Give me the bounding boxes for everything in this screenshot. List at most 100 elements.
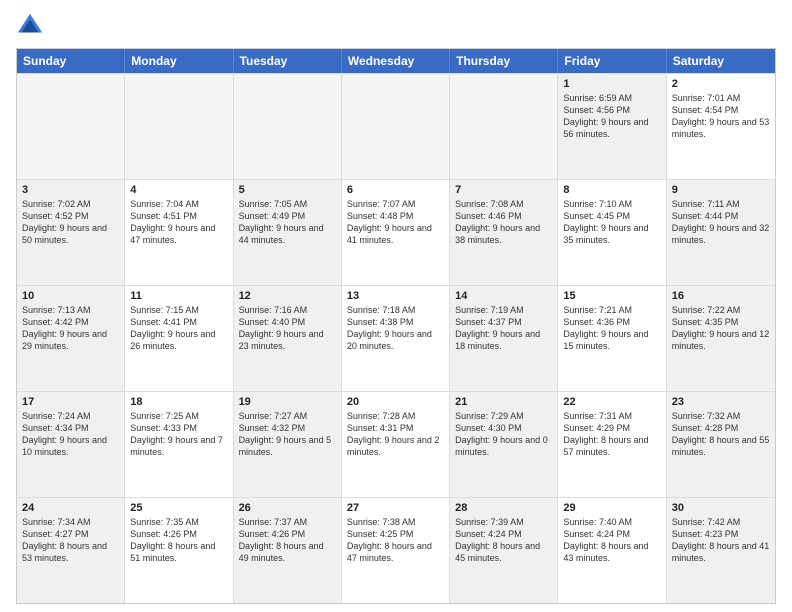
calendar-cell: 2 Sunrise: 7:01 AM Sunset: 4:54 PM Daylig… xyxy=(667,74,775,179)
day-number: 2 xyxy=(672,78,770,90)
day-number: 5 xyxy=(239,184,336,196)
calendar-cell: 24Sunrise: 7:34 AM Sunset: 4:27 PM Dayli… xyxy=(17,498,125,603)
day-number: 29 xyxy=(563,502,660,514)
calendar-cell: 27 Sunrise: 7:38 AM Sunset: 4:25 PM Dayli… xyxy=(342,498,450,603)
day-number: 24 xyxy=(22,502,119,514)
day-number: 22 xyxy=(563,396,660,408)
calendar-cell xyxy=(450,74,558,179)
cell-info: Sunrise: 7:16 AM Sunset: 4:40 PM Dayligh… xyxy=(239,304,336,353)
day-number: 8 xyxy=(563,184,660,196)
day-number: 16 xyxy=(672,290,770,302)
calendar-cell: 11 Sunrise: 7:15 AM Sunset: 4:41 PM Dayli… xyxy=(125,286,233,391)
cell-info: Sunrise: 7:21 AM Sunset: 4:36 PM Dayligh… xyxy=(563,304,660,353)
calendar-cell: 19 Sunrise: 7:27 AM Sunset: 4:32 PM Dayli… xyxy=(234,392,342,497)
day-number: 27 xyxy=(347,502,444,514)
calendar-cell: 23 Sunrise: 7:32 AM Sunset: 4:28 PM Dayli… xyxy=(667,392,775,497)
calendar-header-cell: Monday xyxy=(125,49,233,73)
calendar-cell: 1 Sunrise: 6:59 AM Sunset: 4:56 PM Daylig… xyxy=(558,74,666,179)
cell-info: Sunrise: 7:28 AM Sunset: 4:31 PM Dayligh… xyxy=(347,410,444,459)
logo-icon xyxy=(16,12,44,40)
day-number: 26 xyxy=(239,502,336,514)
calendar-cell: 9 Sunrise: 7:11 AM Sunset: 4:44 PM Daylig… xyxy=(667,180,775,285)
day-number: 3 xyxy=(22,184,119,196)
logo xyxy=(16,12,48,40)
calendar-cell xyxy=(234,74,342,179)
cell-info: Sunrise: 7:08 AM Sunset: 4:46 PM Dayligh… xyxy=(455,198,552,247)
cell-info: Sunrise: 7:42 AM Sunset: 4:23 PM Dayligh… xyxy=(672,516,770,565)
calendar-cell: 22 Sunrise: 7:31 AM Sunset: 4:29 PM Dayli… xyxy=(558,392,666,497)
calendar-cell: 21Sunrise: 7:29 AM Sunset: 4:30 PM Dayli… xyxy=(450,392,558,497)
cell-info: Sunrise: 7:39 AM Sunset: 4:24 PM Dayligh… xyxy=(455,516,552,565)
cell-info: Sunrise: 7:11 AM Sunset: 4:44 PM Dayligh… xyxy=(672,198,770,247)
cell-info: Sunrise: 7:24 AM Sunset: 4:34 PM Dayligh… xyxy=(22,410,119,459)
calendar: SundayMondayTuesdayWednesdayThursdayFrid… xyxy=(16,48,776,604)
calendar-row: 24Sunrise: 7:34 AM Sunset: 4:27 PM Dayli… xyxy=(17,497,775,603)
day-number: 12 xyxy=(239,290,336,302)
cell-info: Sunrise: 7:27 AM Sunset: 4:32 PM Dayligh… xyxy=(239,410,336,459)
calendar-cell: 20 Sunrise: 7:28 AM Sunset: 4:31 PM Dayli… xyxy=(342,392,450,497)
calendar-cell xyxy=(342,74,450,179)
calendar-cell: 10 Sunrise: 7:13 AM Sunset: 4:42 PM Dayli… xyxy=(17,286,125,391)
day-number: 18 xyxy=(130,396,227,408)
calendar-cell: 25 Sunrise: 7:35 AM Sunset: 4:26 PM Dayli… xyxy=(125,498,233,603)
calendar-cell xyxy=(17,74,125,179)
calendar-cell: 28 Sunrise: 7:39 AM Sunset: 4:24 PM Dayli… xyxy=(450,498,558,603)
page: SundayMondayTuesdayWednesdayThursdayFrid… xyxy=(0,0,792,612)
day-number: 25 xyxy=(130,502,227,514)
cell-info: Sunrise: 7:15 AM Sunset: 4:41 PM Dayligh… xyxy=(130,304,227,353)
calendar-cell: 13 Sunrise: 7:18 AM Sunset: 4:38 PM Dayli… xyxy=(342,286,450,391)
cell-info: Sunrise: 7:25 AM Sunset: 4:33 PM Dayligh… xyxy=(130,410,227,459)
calendar-body: 1 Sunrise: 6:59 AM Sunset: 4:56 PM Daylig… xyxy=(17,73,775,603)
cell-info: Sunrise: 7:40 AM Sunset: 4:24 PM Dayligh… xyxy=(563,516,660,565)
day-number: 11 xyxy=(130,290,227,302)
day-number: 15 xyxy=(563,290,660,302)
day-number: 13 xyxy=(347,290,444,302)
cell-info: Sunrise: 7:31 AM Sunset: 4:29 PM Dayligh… xyxy=(563,410,660,459)
cell-info: Sunrise: 7:01 AM Sunset: 4:54 PM Dayligh… xyxy=(672,92,770,141)
calendar-cell: 8 Sunrise: 7:10 AM Sunset: 4:45 PM Daylig… xyxy=(558,180,666,285)
cell-info: Sunrise: 7:02 AM Sunset: 4:52 PM Dayligh… xyxy=(22,198,119,247)
calendar-cell: 16 Sunrise: 7:22 AM Sunset: 4:35 PM Dayli… xyxy=(667,286,775,391)
calendar-cell: 15 Sunrise: 7:21 AM Sunset: 4:36 PM Dayli… xyxy=(558,286,666,391)
calendar-row: 17 Sunrise: 7:24 AM Sunset: 4:34 PM Dayli… xyxy=(17,391,775,497)
calendar-cell: 6Sunrise: 7:07 AM Sunset: 4:48 PM Daylig… xyxy=(342,180,450,285)
calendar-header-cell: Sunday xyxy=(17,49,125,73)
calendar-cell: 14Sunrise: 7:19 AM Sunset: 4:37 PM Dayli… xyxy=(450,286,558,391)
cell-info: Sunrise: 7:04 AM Sunset: 4:51 PM Dayligh… xyxy=(130,198,227,247)
calendar-row: 10 Sunrise: 7:13 AM Sunset: 4:42 PM Dayli… xyxy=(17,285,775,391)
calendar-header-cell: Wednesday xyxy=(342,49,450,73)
calendar-cell: 12 Sunrise: 7:16 AM Sunset: 4:40 PM Dayli… xyxy=(234,286,342,391)
calendar-header-cell: Tuesday xyxy=(234,49,342,73)
calendar-header-cell: Friday xyxy=(558,49,666,73)
cell-info: Sunrise: 7:18 AM Sunset: 4:38 PM Dayligh… xyxy=(347,304,444,353)
day-number: 23 xyxy=(672,396,770,408)
calendar-cell: 26Sunrise: 7:37 AM Sunset: 4:26 PM Dayli… xyxy=(234,498,342,603)
calendar-cell: 30Sunrise: 7:42 AM Sunset: 4:23 PM Dayli… xyxy=(667,498,775,603)
day-number: 19 xyxy=(239,396,336,408)
cell-info: Sunrise: 6:59 AM Sunset: 4:56 PM Dayligh… xyxy=(563,92,660,141)
day-number: 17 xyxy=(22,396,119,408)
day-number: 1 xyxy=(563,78,660,90)
cell-info: Sunrise: 7:29 AM Sunset: 4:30 PM Dayligh… xyxy=(455,410,552,459)
day-number: 10 xyxy=(22,290,119,302)
cell-info: Sunrise: 7:10 AM Sunset: 4:45 PM Dayligh… xyxy=(563,198,660,247)
cell-info: Sunrise: 7:32 AM Sunset: 4:28 PM Dayligh… xyxy=(672,410,770,459)
calendar-cell: 17 Sunrise: 7:24 AM Sunset: 4:34 PM Dayli… xyxy=(17,392,125,497)
cell-info: Sunrise: 7:22 AM Sunset: 4:35 PM Dayligh… xyxy=(672,304,770,353)
day-number: 28 xyxy=(455,502,552,514)
calendar-cell: 29 Sunrise: 7:40 AM Sunset: 4:24 PM Dayli… xyxy=(558,498,666,603)
day-number: 9 xyxy=(672,184,770,196)
day-number: 20 xyxy=(347,396,444,408)
calendar-cell xyxy=(125,74,233,179)
cell-info: Sunrise: 7:05 AM Sunset: 4:49 PM Dayligh… xyxy=(239,198,336,247)
cell-info: Sunrise: 7:13 AM Sunset: 4:42 PM Dayligh… xyxy=(22,304,119,353)
calendar-header-cell: Saturday xyxy=(667,49,775,73)
cell-info: Sunrise: 7:38 AM Sunset: 4:25 PM Dayligh… xyxy=(347,516,444,565)
cell-info: Sunrise: 7:19 AM Sunset: 4:37 PM Dayligh… xyxy=(455,304,552,353)
cell-info: Sunrise: 7:35 AM Sunset: 4:26 PM Dayligh… xyxy=(130,516,227,565)
calendar-row: 3 Sunrise: 7:02 AM Sunset: 4:52 PM Daylig… xyxy=(17,179,775,285)
calendar-cell: 7 Sunrise: 7:08 AM Sunset: 4:46 PM Daylig… xyxy=(450,180,558,285)
calendar-cell: 18 Sunrise: 7:25 AM Sunset: 4:33 PM Dayli… xyxy=(125,392,233,497)
day-number: 6 xyxy=(347,184,444,196)
day-number: 7 xyxy=(455,184,552,196)
